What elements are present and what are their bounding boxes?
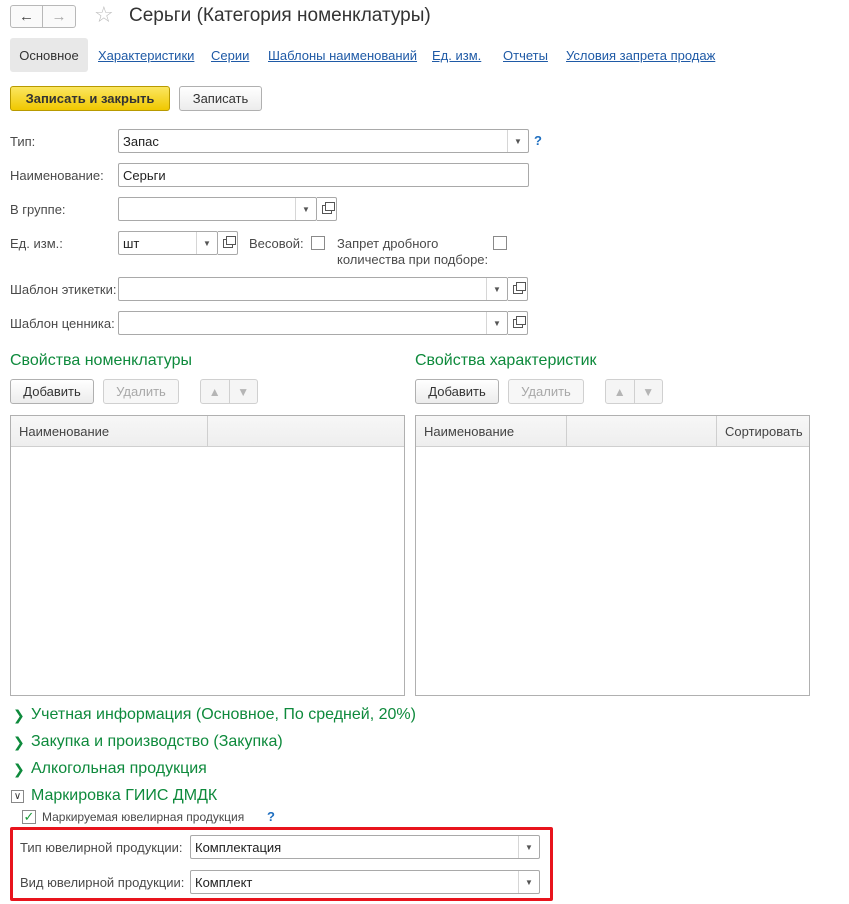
star-icon[interactable]: ☆	[94, 3, 114, 27]
name-label: Наименование:	[10, 168, 104, 183]
group-alcohol-label: Алкогольная продукция	[31, 760, 207, 777]
tab-units[interactable]: Ед. изм.	[432, 48, 481, 63]
help-icon[interactable]: ?	[267, 809, 275, 824]
move-buttons-right[interactable]: ▲ ▼	[605, 379, 663, 404]
column-empty	[567, 416, 717, 446]
chevron-right-icon: ❯	[13, 760, 25, 777]
save-and-close-button[interactable]: Записать и закрыть	[10, 86, 170, 111]
group-marking-label: Маркировка ГИИС ДМДК	[31, 787, 218, 804]
open-label-template-button[interactable]	[508, 277, 528, 301]
open-icon	[321, 201, 335, 214]
table-header: Наименование	[11, 416, 404, 447]
chevron-down-icon[interactable]: ▼	[518, 871, 539, 893]
characteristics-properties-title: Свойства характеристик	[415, 352, 597, 369]
name-input[interactable]: Серьги	[118, 163, 529, 187]
label-template-select[interactable]: ▼	[118, 277, 508, 301]
unit-label: Ед. изм.:	[10, 236, 63, 251]
chevron-down-icon[interactable]: ▼	[518, 836, 539, 858]
checkmark-icon: ✓	[23, 809, 35, 824]
open-price-template-button[interactable]	[508, 311, 528, 335]
open-icon	[512, 315, 526, 328]
name-value: Серьги	[123, 167, 166, 183]
price-template-select[interactable]: ▼	[118, 311, 508, 335]
jewelry-kind-value: Комплект	[195, 874, 253, 890]
arrow-down-icon[interactable]: ▼	[228, 380, 258, 403]
type-select[interactable]: Запас ▼	[118, 129, 529, 153]
weight-checkbox[interactable]	[311, 236, 325, 250]
forward-button[interactable]: →	[43, 5, 76, 28]
open-icon	[222, 235, 236, 248]
help-icon[interactable]: ?	[534, 133, 542, 148]
arrow-up-icon[interactable]: ▲	[201, 380, 229, 403]
tab-main[interactable]: Основное	[10, 38, 88, 72]
group-alcohol[interactable]: ❯ Алкогольная продукция	[13, 760, 207, 778]
chevron-down-icon[interactable]: ▼	[507, 130, 528, 152]
group-purchase-label: Закупка и производство (Закупка)	[31, 733, 283, 750]
column-sort[interactable]: Сортировать	[717, 416, 809, 446]
type-value: Запас	[123, 133, 159, 149]
group-accounting[interactable]: ❯ Учетная информация (Основное, По средн…	[13, 706, 416, 724]
open-group-button[interactable]	[317, 197, 337, 221]
chevron-down-icon: ∨	[11, 789, 24, 803]
group-select[interactable]: ▼	[118, 197, 317, 221]
arrow-down-icon[interactable]: ▼	[633, 380, 663, 403]
characteristics-properties-table[interactable]: Наименование Сортировать	[415, 415, 810, 696]
nomenclature-properties-table[interactable]: Наименование	[10, 415, 405, 696]
delete-characteristic-property-button[interactable]: Удалить	[508, 379, 584, 404]
add-nomenclature-property-button[interactable]: Добавить	[10, 379, 94, 404]
fraction-label-1: Запрет дробного	[337, 236, 439, 251]
tab-series[interactable]: Серии	[211, 48, 249, 63]
chevron-down-icon[interactable]: ▼	[196, 232, 217, 254]
unit-select[interactable]: шт ▼	[118, 231, 218, 255]
fraction-label-2: количества при подборе:	[337, 252, 489, 267]
chevron-down-icon[interactable]: ▼	[486, 278, 507, 300]
type-label: Тип:	[10, 134, 36, 149]
jewelry-kind-select[interactable]: Комплект ▼	[190, 870, 540, 894]
jewelry-type-label: Тип ювелирной продукции:	[20, 840, 183, 855]
group-marking[interactable]: ∨ Маркировка ГИИС ДМДК	[11, 787, 217, 805]
arrow-up-icon[interactable]: ▲	[606, 380, 634, 403]
table-header: Наименование Сортировать	[416, 416, 809, 447]
back-button[interactable]: ←	[10, 5, 43, 28]
chevron-right-icon: ❯	[13, 706, 25, 723]
chevron-down-icon[interactable]: ▼	[486, 312, 507, 334]
column-name[interactable]: Наименование	[416, 416, 567, 446]
jewelry-marking-checkbox[interactable]: ✓	[22, 810, 36, 824]
chevron-right-icon: ❯	[13, 733, 25, 750]
arrow-left-icon: ←	[19, 8, 34, 25]
tab-reports[interactable]: Отчеты	[503, 48, 548, 63]
open-icon	[512, 281, 526, 294]
nomenclature-properties-title: Свойства номенклатуры	[10, 352, 192, 369]
save-button[interactable]: Записать	[179, 86, 262, 111]
page-title: Серьги (Категория номенклатуры)	[129, 5, 431, 26]
fraction-checkbox[interactable]	[493, 236, 507, 250]
label-template-label: Шаблон этикетки:	[10, 282, 117, 297]
jewelry-type-value: Комплектация	[195, 839, 282, 855]
arrow-right-icon: →	[51, 8, 67, 25]
tab-sale-restrictions[interactable]: Условия запрета продаж	[566, 48, 715, 63]
move-buttons-left[interactable]: ▲ ▼	[200, 379, 258, 404]
jewelry-type-select[interactable]: Комплектация ▼	[190, 835, 540, 859]
tab-characteristics[interactable]: Характеристики	[98, 48, 194, 63]
group-accounting-label: Учетная информация (Основное, По средней…	[31, 706, 416, 723]
weight-label: Весовой:	[249, 236, 304, 251]
delete-nomenclature-property-button[interactable]: Удалить	[103, 379, 179, 404]
group-label: В группе:	[10, 202, 66, 217]
tab-name-templates[interactable]: Шаблоны наименований	[268, 48, 417, 63]
group-purchase[interactable]: ❯ Закупка и производство (Закупка)	[13, 733, 283, 751]
jewelry-kind-label: Вид ювелирной продукции:	[20, 875, 185, 890]
open-unit-button[interactable]	[218, 231, 238, 255]
jewelry-marking-label: Маркируемая ювелирная продукция	[42, 810, 245, 824]
price-template-label: Шаблон ценника:	[10, 316, 115, 331]
column-name[interactable]: Наименование	[11, 416, 208, 446]
add-characteristic-property-button[interactable]: Добавить	[415, 379, 499, 404]
unit-value: шт	[123, 235, 140, 251]
chevron-down-icon[interactable]: ▼	[295, 198, 316, 220]
